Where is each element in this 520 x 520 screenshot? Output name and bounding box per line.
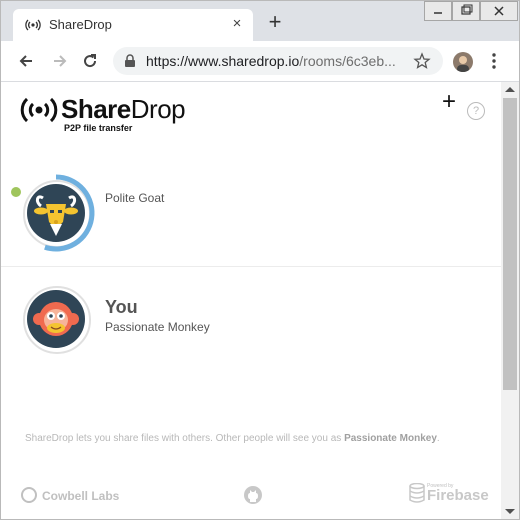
url-text: https://www.sharedrop.io/rooms/6c3eb... (146, 53, 396, 69)
add-button[interactable]: + (440, 90, 458, 114)
profile-avatar[interactable] (453, 52, 473, 72)
close-icon (494, 6, 504, 16)
goat-icon (34, 195, 78, 236)
bell-icon (21, 487, 37, 503)
logo-text: ShareDrop (61, 94, 186, 125)
cowbell-text: Cowbell Labs (42, 489, 120, 503)
tagline: P2P file transfer (64, 123, 133, 133)
you-label: You (105, 297, 138, 317)
new-tab-button[interactable]: + (265, 11, 285, 33)
scroll-up-arrow[interactable] (505, 87, 515, 92)
monkey-icon (33, 302, 79, 336)
github-icon[interactable] (243, 485, 263, 505)
divider (1, 266, 501, 267)
minimize-icon (434, 12, 442, 14)
database-icon (409, 483, 425, 503)
footer-info-name: Passionate Monkey (344, 433, 437, 444)
star-icon[interactable] (413, 52, 431, 70)
goat-avatar (27, 184, 85, 242)
browser-window: ShareDrop × + https://www.sharedrop.io/r… (0, 0, 520, 520)
back-icon[interactable] (17, 52, 35, 70)
footer-info: ShareDrop lets you share files with othe… (25, 433, 440, 444)
tab-close-button[interactable]: × (228, 15, 246, 33)
scroll-down-arrow[interactable] (505, 509, 515, 514)
lock-icon (125, 54, 135, 67)
footer-info-prefix: ShareDrop lets you share files with othe… (25, 433, 345, 444)
close-window-button[interactable] (480, 1, 518, 21)
logo-rest: Drop (130, 94, 186, 124)
help-button[interactable]: ? (467, 102, 485, 120)
peer-name: Polite Goat (105, 191, 165, 205)
person-icon (457, 56, 469, 72)
logo-bold: Share (61, 94, 131, 124)
tab-bar: ShareDrop × + (1, 1, 519, 41)
forward-icon[interactable] (51, 52, 69, 70)
tab-sharedrop[interactable]: ShareDrop × (13, 9, 253, 41)
cowbell-labs-link[interactable]: Cowbell Labs (21, 487, 119, 503)
radio-waves-icon (25, 19, 41, 31)
navigation-bar: https://www.sharedrop.io/rooms/6c3eb... (1, 41, 519, 82)
menu-icon[interactable] (488, 52, 500, 70)
address-bar[interactable]: https://www.sharedrop.io/rooms/6c3eb... (113, 47, 443, 75)
maximize-icon (461, 4, 473, 15)
reload-icon[interactable] (81, 52, 99, 70)
tab-title: ShareDrop (49, 17, 112, 32)
radio-waves-icon (20, 97, 58, 123)
url-path: /rooms/6c3eb... (299, 53, 396, 69)
footer-info-suffix: . (436, 433, 440, 444)
maximize-button[interactable] (452, 1, 480, 21)
url-host: https://www.sharedrop.io (146, 53, 300, 69)
you-name: Passionate Monkey (105, 320, 210, 334)
scrollbar-thumb[interactable] (503, 98, 517, 390)
minimize-button[interactable] (424, 1, 452, 21)
monkey-avatar (27, 290, 85, 348)
firebase-text: Firebase (427, 487, 489, 504)
